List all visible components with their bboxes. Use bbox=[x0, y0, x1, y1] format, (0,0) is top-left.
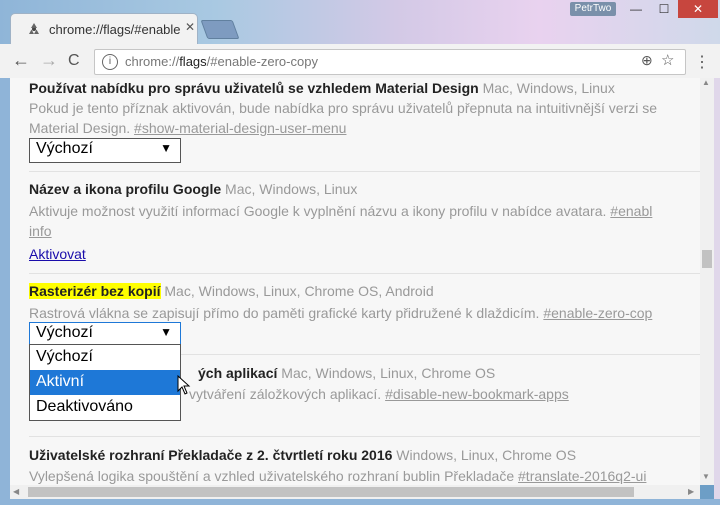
activate-link[interactable]: Aktivovat bbox=[29, 246, 86, 262]
new-tab-button[interactable] bbox=[200, 20, 240, 39]
chevron-down-icon: ▼ bbox=[160, 141, 172, 155]
divider bbox=[29, 273, 700, 274]
maximize-button[interactable]: ☐ bbox=[650, 0, 678, 18]
experiment-anchor-link[interactable]: #disable-new-bookmark-apps bbox=[385, 386, 569, 402]
horizontal-scrollbar[interactable]: ◀ ▶ bbox=[10, 485, 700, 499]
experiment-description: Aktivuje možnost využití informací Googl… bbox=[29, 203, 653, 219]
experiment-title: Uživatelské rozhraní Překladače z 2. čtv… bbox=[29, 447, 577, 463]
experiment-anchor-link[interactable]: info bbox=[29, 223, 52, 239]
experiment-description: Pokud je tento příznak aktivován, bude n… bbox=[29, 100, 658, 116]
scrollbar-thumb[interactable] bbox=[702, 250, 712, 268]
browser-tab[interactable]: chrome://flags/#enable-zero-copy ✕ bbox=[10, 13, 198, 45]
menu-icon[interactable]: ⋮ bbox=[694, 52, 710, 72]
scroll-right-icon[interactable]: ▶ bbox=[688, 487, 694, 496]
experiment-title: Rasterizér bez kopií Mac, Windows, Linux… bbox=[29, 283, 434, 299]
url-text: chrome://flags/#enable-zero-copy bbox=[125, 54, 318, 69]
tab-close-icon[interactable]: ✕ bbox=[185, 20, 195, 34]
scroll-down-icon[interactable]: ▼ bbox=[702, 472, 710, 481]
window-frame bbox=[714, 78, 720, 505]
experiment-anchor-link[interactable]: #translate-2016q2-ui bbox=[518, 468, 646, 484]
window-frame bbox=[0, 78, 10, 505]
experiment-icon bbox=[29, 23, 39, 34]
experiment-description: Rastrová vlákna se zapisují přímo do pam… bbox=[29, 305, 653, 321]
experiment-select[interactable]: Výchozí ▼ bbox=[29, 138, 181, 163]
experiment-title: Používat nabídku pro správu uživatelů se… bbox=[29, 80, 615, 96]
zoom-icon[interactable]: ⊕ bbox=[641, 52, 653, 69]
reload-icon[interactable]: C bbox=[68, 52, 80, 70]
divider bbox=[29, 171, 700, 172]
forward-icon[interactable]: → bbox=[40, 50, 58, 71]
scroll-left-icon[interactable]: ◀ bbox=[13, 487, 19, 496]
dropdown-option-selected[interactable]: Aktivní bbox=[30, 370, 180, 395]
address-bar[interactable]: i chrome://flags/#enable-zero-copy ⊕ ☆ bbox=[94, 49, 686, 75]
profile-badge[interactable]: PetrTwo bbox=[570, 2, 616, 16]
window-frame bbox=[0, 499, 720, 505]
vertical-scrollbar[interactable]: ▲ ▼ bbox=[700, 78, 714, 485]
tab-title: chrome://flags/#enable-zero-copy bbox=[49, 22, 181, 37]
experiment-description: Material Design. #show-material-design-u… bbox=[29, 120, 347, 136]
experiment-anchor-link[interactable]: #enabl bbox=[610, 203, 652, 219]
dropdown-option[interactable]: Deaktivováno bbox=[30, 395, 180, 420]
experiment-anchor-link[interactable]: #show-material-design-user-menu bbox=[134, 120, 346, 136]
chevron-down-icon: ▼ bbox=[160, 325, 172, 339]
scroll-up-icon[interactable]: ▲ bbox=[702, 78, 710, 87]
scrollbar-thumb[interactable] bbox=[28, 487, 634, 497]
experiment-anchor-link[interactable]: #enable-zero-cop bbox=[543, 305, 652, 321]
browser-toolbar: ← → C i chrome://flags/#enable-zero-copy… bbox=[0, 44, 720, 79]
experiment-description: Vylepšená logika spouštění a vzhled uživ… bbox=[29, 468, 647, 484]
flags-page: Používat nabídku pro správu uživatelů se… bbox=[10, 78, 700, 485]
experiment-title: ých aplikací Mac, Windows, Linux, Chrome… bbox=[198, 365, 496, 381]
bookmark-star-icon[interactable]: ☆ bbox=[661, 51, 674, 69]
title-bar: chrome://flags/#enable-zero-copy ✕ PetrT… bbox=[0, 0, 720, 45]
minimize-button[interactable]: — bbox=[622, 0, 650, 18]
experiment-description: vytváření záložkových aplikací. #disable… bbox=[189, 386, 569, 402]
select-dropdown-list[interactable]: Výchozí Aktivní Deaktivováno bbox=[29, 344, 181, 421]
mouse-cursor-icon bbox=[177, 375, 191, 395]
back-icon[interactable]: ← bbox=[12, 50, 30, 71]
experiment-title: Název a ikona profilu Google Mac, Window… bbox=[29, 181, 358, 197]
dropdown-option[interactable]: Výchozí bbox=[30, 345, 180, 370]
site-info-icon[interactable]: i bbox=[102, 54, 118, 70]
close-window-button[interactable]: ✕ bbox=[678, 0, 718, 18]
divider bbox=[29, 436, 700, 437]
